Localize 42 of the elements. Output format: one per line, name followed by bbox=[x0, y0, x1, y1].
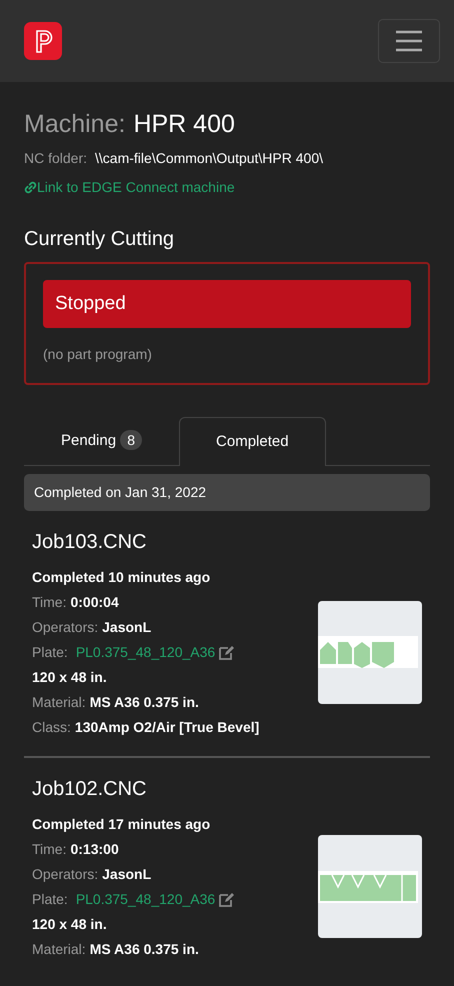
plate-link[interactable]: PL0.375_48_120_A36 bbox=[76, 886, 216, 912]
job-name: Job103.CNC bbox=[32, 530, 148, 554]
program-text: (no part program) bbox=[43, 345, 153, 364]
menu-icon bbox=[395, 30, 423, 52]
menu-button[interactable] bbox=[378, 19, 440, 63]
field-value: JasonL bbox=[102, 618, 152, 636]
status-bar: Stopped bbox=[43, 280, 411, 328]
field-value: MS A36 0.375 in. bbox=[90, 692, 199, 712]
completed-text: Completed 17 minutes ago bbox=[32, 814, 212, 834]
count-badge: 8 bbox=[120, 430, 142, 450]
field-value: 0:00:04 bbox=[70, 592, 119, 612]
job-name: Job102.CNC bbox=[32, 776, 148, 802]
machine-name: HPR 400 bbox=[133, 109, 235, 140]
field-label: Material: bbox=[32, 692, 86, 712]
field-label: Plate: bbox=[32, 890, 68, 908]
folder-path: \\cam-file\Common\Output\HPR 400\ bbox=[95, 148, 324, 168]
machine-label: Machine: bbox=[24, 109, 126, 140]
field-value: MS A36 0.375 in. bbox=[90, 940, 199, 958]
edit-icon[interactable] bbox=[219, 892, 236, 906]
field-label: Class: bbox=[32, 718, 71, 736]
dimension-text: 120 x 48 in. bbox=[32, 914, 107, 934]
folder-label: NC folder: bbox=[24, 148, 88, 168]
field-value: JasonL bbox=[102, 864, 152, 884]
machine-link[interactable]: Link to EDGE Connect machine bbox=[24, 176, 235, 198]
field-value: 0:13:00 bbox=[70, 840, 119, 858]
section-heading: Currently Cutting bbox=[24, 226, 176, 252]
field-label: Operators: bbox=[32, 864, 98, 884]
dimension-text: 120 x 48 in. bbox=[32, 668, 107, 686]
edit-icon[interactable] bbox=[219, 644, 236, 660]
link-icon bbox=[24, 180, 37, 194]
field-label: Plate: bbox=[32, 642, 68, 662]
field-label: Operators: bbox=[32, 618, 98, 637]
completed-text: Completed 10 minutes ago bbox=[32, 568, 212, 587]
tab[interactable]: Completed bbox=[179, 417, 326, 466]
logo-icon[interactable] bbox=[24, 22, 62, 60]
field-label: Time: bbox=[32, 592, 66, 612]
field-label: Material: bbox=[32, 940, 86, 958]
field-label: Time: bbox=[32, 840, 66, 858]
group-header: Completed on Jan 31, 2022 bbox=[24, 474, 430, 510]
tab[interactable]: Pending 8 bbox=[24, 417, 180, 464]
plate-link[interactable]: PL0.375_48_120_A36 bbox=[76, 640, 216, 664]
field-value: 130Amp O2/Air [True Bevel] bbox=[74, 718, 260, 737]
